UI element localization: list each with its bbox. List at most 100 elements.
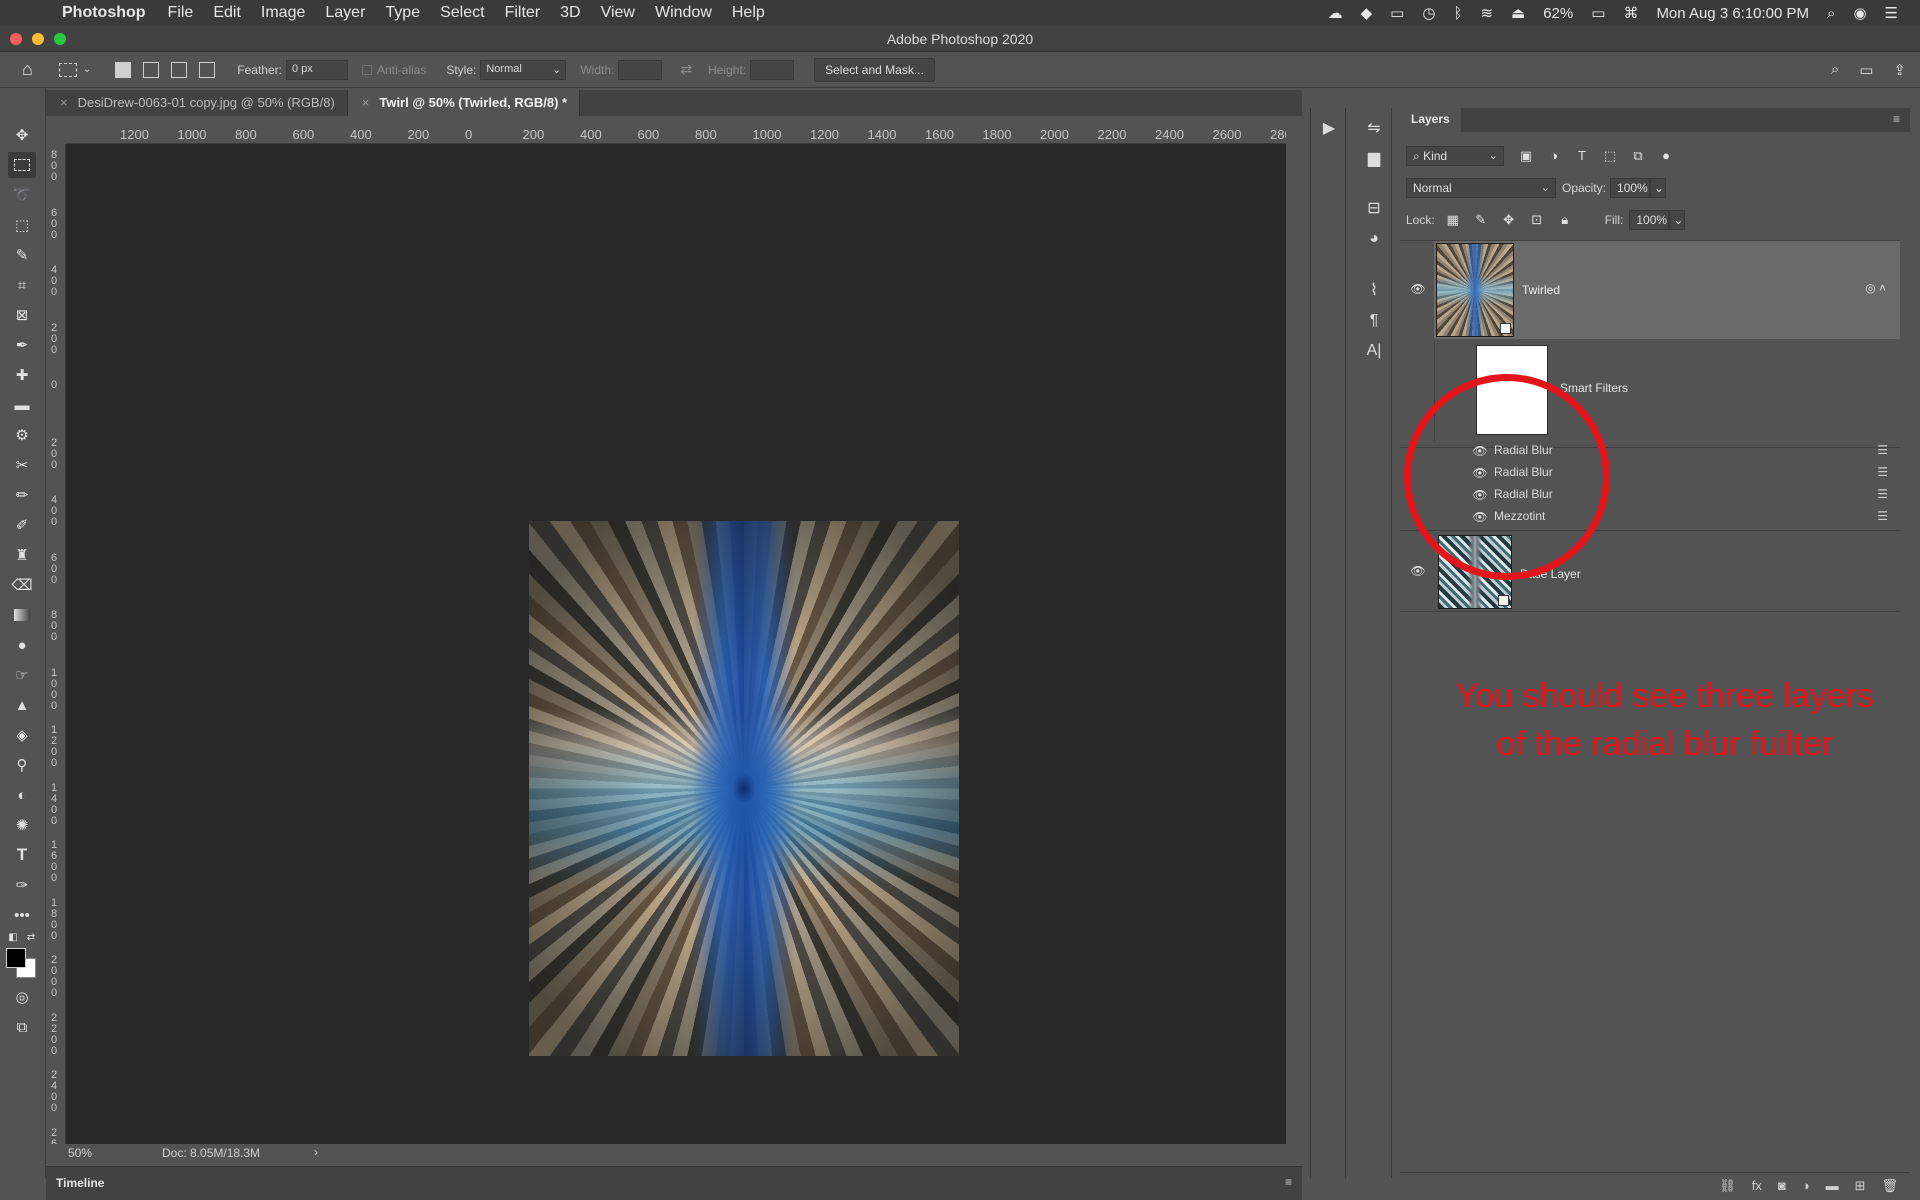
filter-blending-options-icon[interactable]: ☰ <box>1877 487 1888 501</box>
workspace-icon[interactable]: ▭ <box>1859 61 1873 79</box>
smart-filter-indicator-icon[interactable]: ◎ ˄ <box>1865 281 1886 295</box>
healing-brush-tool-icon[interactable]: ✚ <box>8 362 36 388</box>
menu-filter[interactable]: Filter <box>505 4 541 22</box>
filter-pixel-icon[interactable]: ▣ <box>1518 148 1534 164</box>
libraries-icon[interactable]: ⊟ <box>1363 198 1385 220</box>
kind-filter-dropdown[interactable]: ⌕ Kind ⌄ <box>1406 146 1504 166</box>
new-adjustment-layer-icon[interactable]: ◑ <box>1802 1178 1810 1194</box>
chevron-down-icon[interactable]: ⌄ <box>83 64 91 75</box>
width-input[interactable] <box>618 59 663 80</box>
layer-twirled-name[interactable]: Twirled <box>1522 283 1560 297</box>
home-icon[interactable]: ⌂ <box>22 59 33 80</box>
height-input[interactable] <box>750 59 795 80</box>
menu-file[interactable]: File <box>168 4 194 22</box>
filter-shape-icon[interactable]: ⬚ <box>1602 148 1618 164</box>
lock-transparent-icon[interactable]: ▦ <box>1445 212 1461 228</box>
type-tool-icon[interactable]: T <box>8 842 36 868</box>
screen-mode-icon[interactable]: ⧉ <box>8 1014 36 1040</box>
new-group-icon[interactable]: ▬ <box>1826 1178 1839 1194</box>
dodge-tool-icon[interactable]: ⚲ <box>8 752 36 778</box>
magic-wand-tool-icon[interactable]: ✎ <box>8 242 36 268</box>
add-mask-icon[interactable]: ◙ <box>1778 1178 1786 1194</box>
timeline-tab[interactable]: Timeline <box>56 1176 104 1190</box>
menu-layer[interactable]: Layer <box>325 4 365 22</box>
play-actions-icon[interactable]: ▶ <box>1318 118 1340 140</box>
smart-filters-label[interactable]: Smart Filters <box>1560 381 1628 395</box>
move-tool-icon[interactable]: ✥ <box>8 122 36 148</box>
close-tab-icon[interactable]: × <box>60 95 68 116</box>
filter-smart-object-icon[interactable]: ⧉ <box>1630 148 1646 164</box>
eject-icon[interactable]: ⏏ <box>1511 4 1525 22</box>
subtract-from-selection-icon[interactable] <box>171 61 188 78</box>
more-tools-icon[interactable]: ••• <box>8 902 36 928</box>
link-layers-icon[interactable]: ⛓ <box>1719 1178 1736 1194</box>
panel-menu-icon[interactable]: ≡ <box>1285 1175 1292 1189</box>
filter-blending-options-icon[interactable]: ☰ <box>1877 465 1888 479</box>
airplay-icon[interactable]: ▭ <box>1390 4 1404 22</box>
menu-type[interactable]: Type <box>385 4 420 22</box>
filter-type-icon[interactable]: T <box>1574 148 1590 164</box>
lasso-tool-icon[interactable]: ➰ <box>8 182 36 208</box>
filter-toggle-icon[interactable]: ● <box>1658 148 1674 164</box>
foreground-color-swatch[interactable] <box>6 948 26 968</box>
bluetooth-icon[interactable]: ᛒ <box>1453 5 1462 22</box>
new-selection-icon[interactable] <box>115 61 132 78</box>
wifi-icon[interactable]: ≋ <box>1480 4 1493 22</box>
clone-stamp-tool-icon[interactable]: ♜ <box>8 542 36 568</box>
marquee-preset-icon[interactable] <box>58 62 77 77</box>
pen-tool-icon[interactable]: ✑ <box>8 872 36 898</box>
intersect-selection-icon[interactable] <box>199 61 216 78</box>
paint-bucket-tool-icon[interactable]: ◈ <box>8 722 36 748</box>
quick-mask-icon[interactable]: ◎ <box>8 984 36 1010</box>
battery-icon[interactable]: ▭ <box>1591 4 1605 22</box>
rectangular-marquee-tool-icon[interactable] <box>8 152 36 178</box>
filter-blending-options-icon[interactable]: ☰ <box>1877 443 1888 457</box>
crop-tool-icon[interactable]: ⌗ <box>8 272 36 298</box>
filter-blending-options-icon[interactable]: ☰ <box>1877 509 1888 523</box>
lock-artboard-icon[interactable]: ⊡ <box>1529 212 1545 228</box>
select-and-mask-button[interactable]: Select and Mask... <box>814 57 935 82</box>
eye-icon[interactable]: 👁︎ <box>1410 281 1426 297</box>
menu-edit[interactable]: Edit <box>213 4 241 22</box>
eraser-tool-icon[interactable]: ⌫ <box>8 572 36 598</box>
blend-mode-dropdown[interactable]: Normal ⌄ <box>1406 178 1556 198</box>
lock-all-icon[interactable]: 🔒︎ <box>1557 212 1573 228</box>
frame-tool-icon[interactable]: ⊠ <box>8 302 36 328</box>
fill-input[interactable]: 100% <box>1629 210 1670 230</box>
opacity-chevron-icon[interactable]: ⌄ <box>1650 178 1667 198</box>
pencil-tool-icon[interactable]: ✐ <box>8 512 36 538</box>
antialias-checkbox[interactable] <box>361 64 372 75</box>
color-icon[interactable]: ◕ <box>1363 228 1385 250</box>
share-icon[interactable]: ⇪ <box>1893 61 1906 79</box>
tab-desidrew[interactable]: × DesiDrew-0063-01 copy.jpg @ 50% (RGB/8… <box>46 90 348 116</box>
histogram-icon[interactable]: ▆ <box>1363 148 1385 170</box>
add-to-selection-icon[interactable] <box>143 61 160 78</box>
battery-percent[interactable]: 62% <box>1543 5 1573 22</box>
menu-image[interactable]: Image <box>261 4 305 22</box>
siri-icon[interactable]: ◉ <box>1853 4 1866 22</box>
lock-position-icon[interactable]: ✥ <box>1501 212 1517 228</box>
swap-colors-icon[interactable]: ⇄ <box>22 930 40 944</box>
bandaid-tool-icon[interactable]: ▬ <box>8 392 36 418</box>
canvas-area[interactable] <box>66 144 1286 1144</box>
dropbox-icon[interactable]: ◆ <box>1361 4 1373 22</box>
blur-tool-icon[interactable]: ● <box>8 632 36 658</box>
eye-icon[interactable]: 👁︎ <box>1410 563 1426 579</box>
default-colors-icon[interactable]: ◧ <box>4 930 22 944</box>
swap-dimensions-icon[interactable]: ⇄ <box>680 61 692 78</box>
character-icon[interactable]: A| <box>1363 340 1385 362</box>
paragraph-icon[interactable]: ¶ <box>1363 310 1385 332</box>
brush-tool-icon[interactable]: ✏ <box>8 482 36 508</box>
fill-chevron-icon[interactable]: ⌄ <box>1669 210 1686 230</box>
menu-view[interactable]: View <box>601 4 635 22</box>
style-dropdown[interactable]: Normal ⌄ <box>480 59 567 80</box>
panel-menu-icon[interactable]: ≡ <box>1893 112 1900 126</box>
paths-icon[interactable]: ⌇ <box>1363 280 1385 302</box>
filter-adjustment-icon[interactable]: ◑ <box>1546 148 1562 164</box>
tab-twirl[interactable]: × Twirl @ 50% (Twirled, RGB/8) * <box>347 90 581 116</box>
close-tab-icon[interactable]: × <box>362 95 370 116</box>
trash-icon[interactable]: 🗑︎ <box>1881 1178 1898 1194</box>
sponge-tool-icon[interactable]: ✺ <box>8 812 36 838</box>
opacity-input[interactable]: 100% <box>1610 178 1651 198</box>
notification-center-icon[interactable]: ☰ <box>1885 4 1898 22</box>
